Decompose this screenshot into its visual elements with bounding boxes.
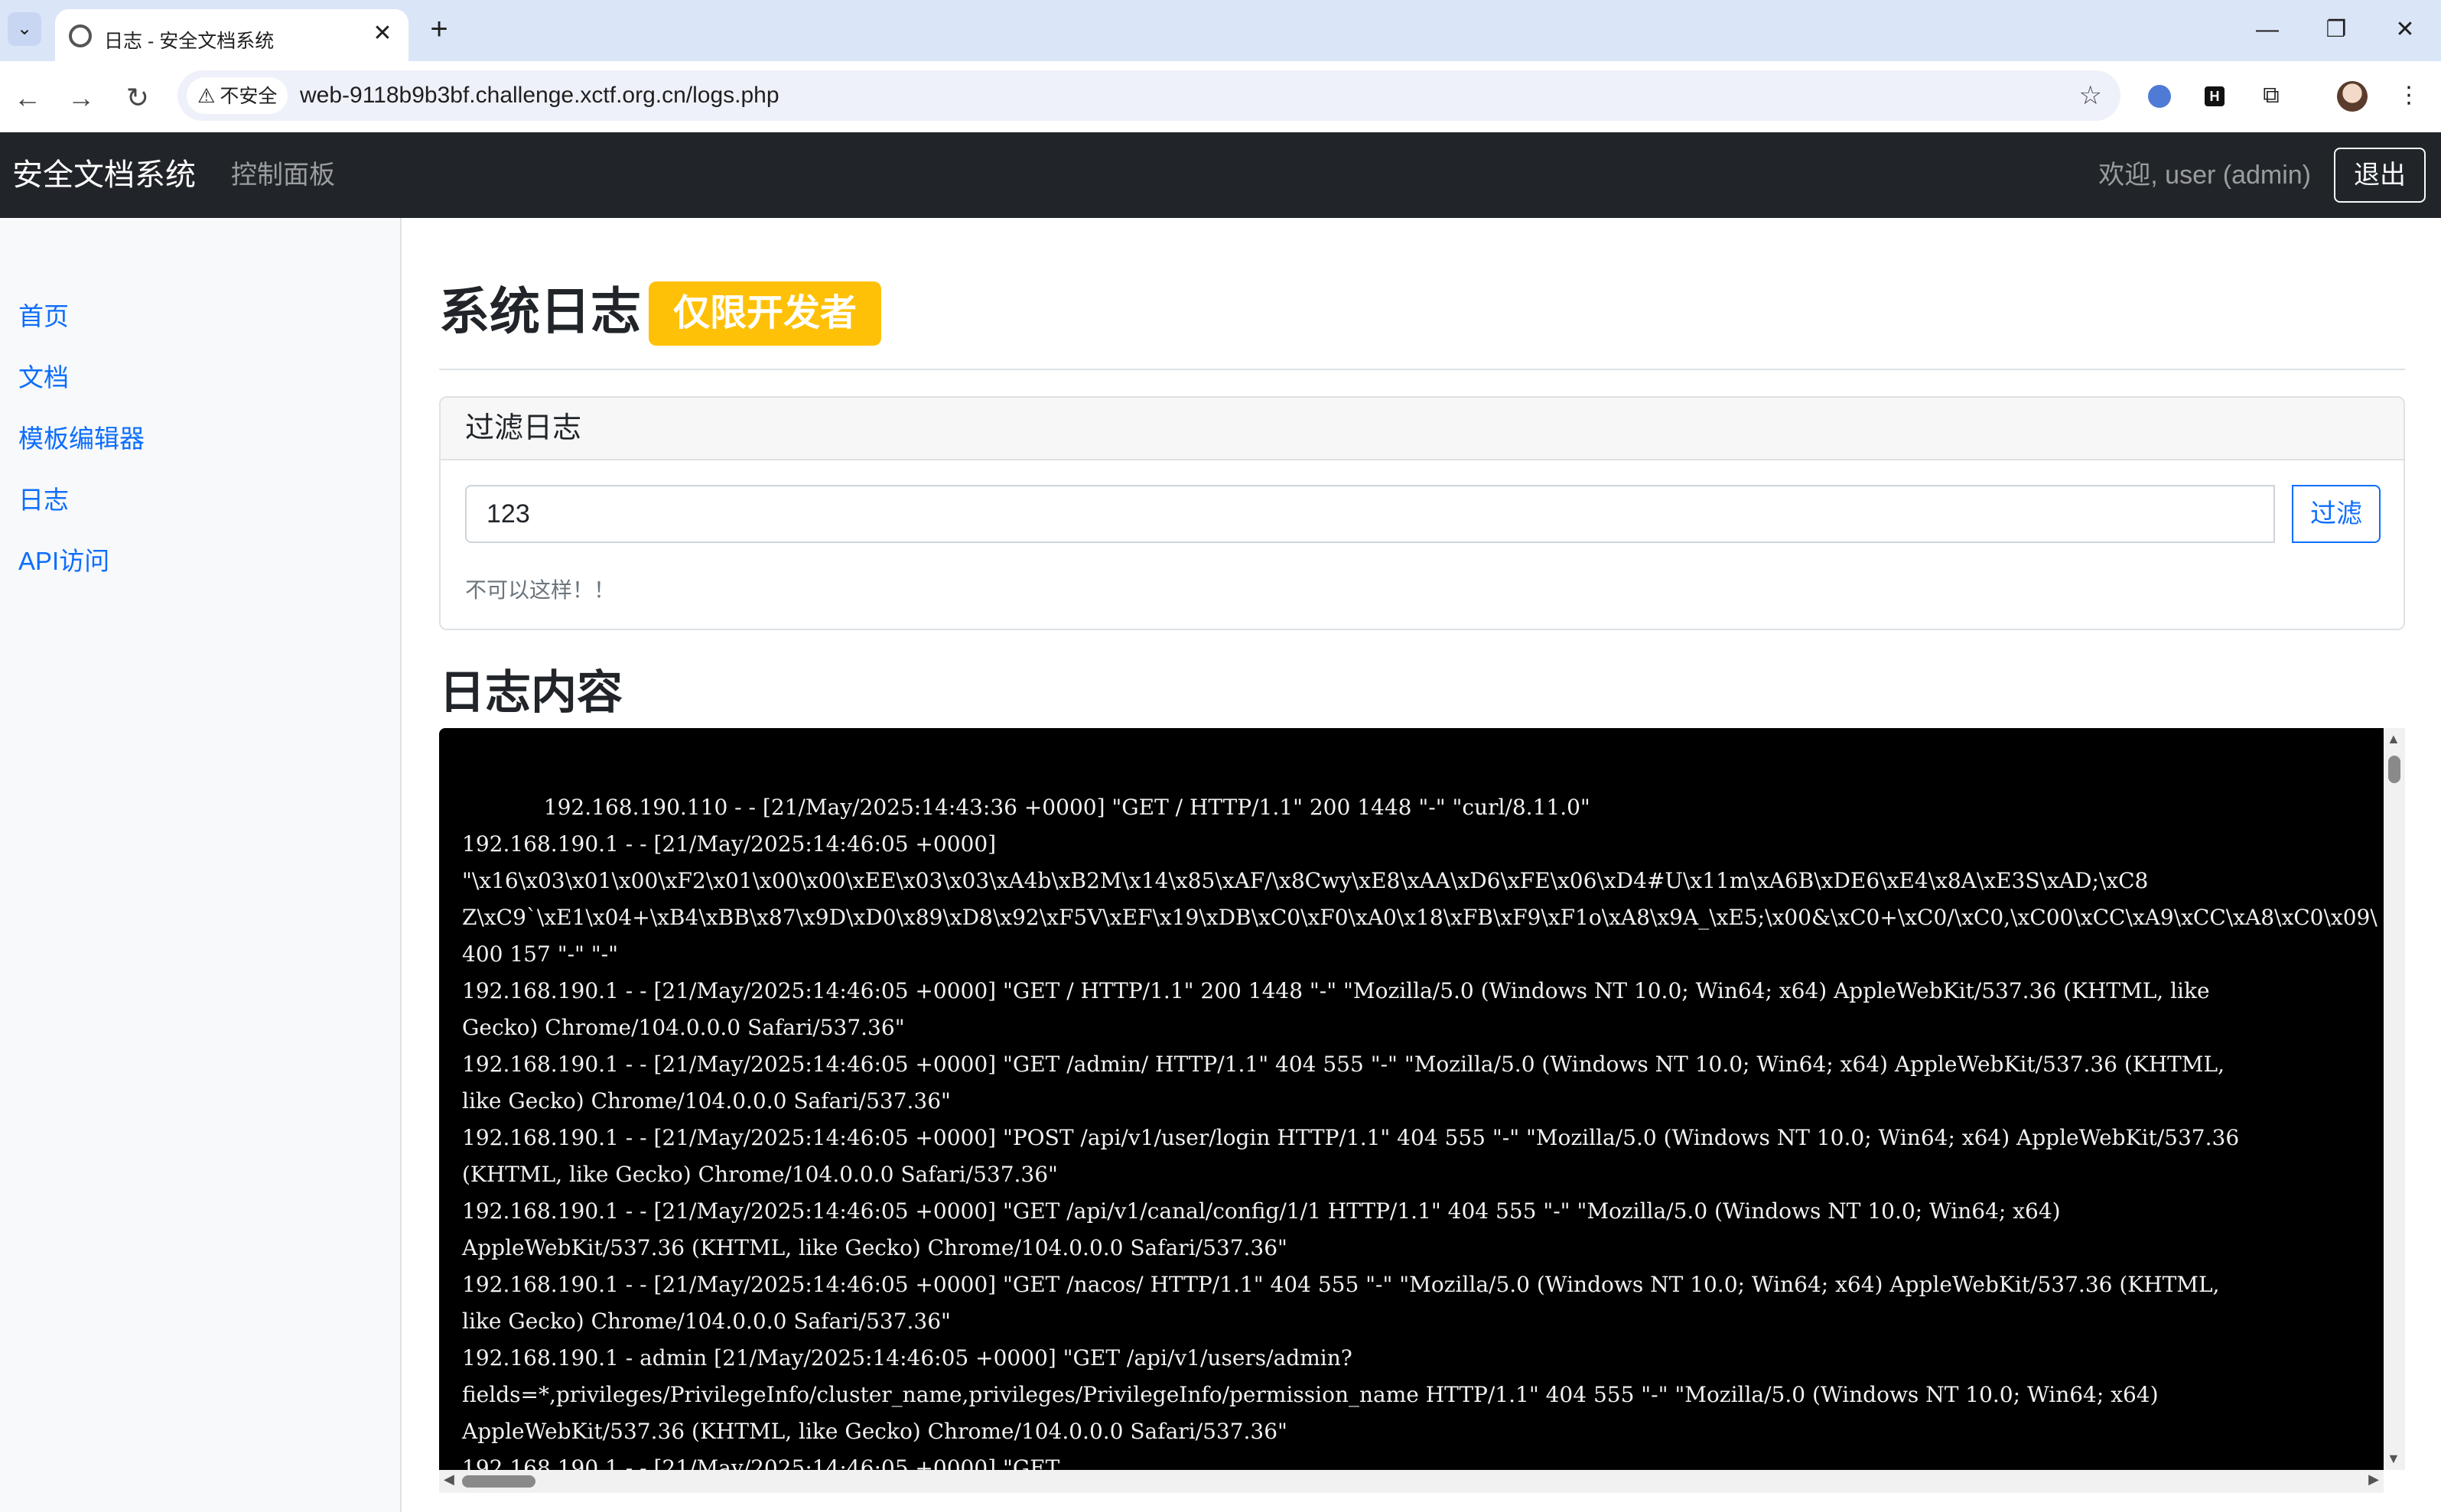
- tab-title: 日志 - 安全文档系统: [104, 31, 275, 52]
- sidebar-item-home[interactable]: 首页: [18, 296, 69, 333]
- minimize-icon[interactable]: —: [2244, 11, 2290, 49]
- filter-card-header: 过滤日志: [441, 398, 2404, 460]
- page-title: 系统日志: [439, 283, 641, 340]
- filter-input[interactable]: [465, 485, 2275, 543]
- reload-icon[interactable]: ↻: [116, 76, 159, 119]
- warning-icon: ⚠: [197, 84, 216, 107]
- scroll-right-icon[interactable]: ▶: [2368, 1471, 2379, 1488]
- scroll-down-icon[interactable]: ▼: [2387, 1451, 2400, 1467]
- sidebar: 首页 文档 模板编辑器 日志 API访问: [0, 218, 402, 1512]
- extension-globe-icon[interactable]: [2140, 76, 2179, 115]
- new-tab-button[interactable]: +: [422, 12, 456, 46]
- sidebar-item-logs[interactable]: 日志: [18, 480, 69, 516]
- insecure-label: 不安全: [220, 86, 278, 107]
- brand-link[interactable]: 安全文档系统: [12, 132, 196, 218]
- log-text: 192.168.190.110 - - [21/May/2025:14:43:3…: [462, 795, 2378, 1470]
- browser-toolbar: ← → ↻ ⚠ 不安全 web-9118b9b3bf.challenge.xctf…: [0, 61, 2441, 132]
- extensions-puzzle-icon[interactable]: ⧉: [2252, 76, 2290, 115]
- log-content-title: 日志内容: [439, 667, 623, 718]
- sidebar-item-documents[interactable]: 文档: [18, 357, 69, 394]
- scroll-left-icon[interactable]: ◀: [444, 1471, 454, 1488]
- filter-message: 不可以这样！！: [465, 578, 616, 602]
- window-close-icon[interactable]: ✕: [2382, 11, 2428, 49]
- tab-close-icon[interactable]: ✕: [369, 20, 396, 47]
- log-output[interactable]: 192.168.190.110 - - [21/May/2025:14:43:3…: [439, 728, 2384, 1470]
- extension-h-icon[interactable]: H: [2195, 76, 2234, 115]
- address-bar[interactable]: ⚠ 不安全 web-9118b9b3bf.challenge.xctf.org.c…: [177, 70, 2120, 121]
- horizontal-scroll-thumb[interactable]: [462, 1475, 535, 1488]
- developer-only-badge: 仅限开发者: [649, 281, 882, 346]
- browser-menu-icon[interactable]: ⋮: [2390, 76, 2428, 115]
- forward-arrow-icon[interactable]: →: [60, 76, 103, 119]
- log-horizontal-scrollbar[interactable]: ◀ ▶: [439, 1470, 2384, 1493]
- globe-icon: [69, 24, 92, 47]
- log-vertical-scrollbar[interactable]: ▲ ▼: [2384, 728, 2405, 1470]
- restore-icon[interactable]: ❐: [2313, 11, 2359, 49]
- filter-card: 过滤日志 过滤 不可以这样！！: [439, 396, 2405, 630]
- profile-avatar[interactable]: [2333, 76, 2371, 115]
- url-text[interactable]: web-9118b9b3bf.challenge.xctf.org.cn/log…: [300, 70, 779, 121]
- tab-search-chevron-icon[interactable]: ⌄: [8, 12, 41, 46]
- vertical-scroll-thumb[interactable]: [2388, 756, 2400, 783]
- sidebar-item-api-access[interactable]: API访问: [18, 541, 109, 577]
- title-divider: [439, 369, 2405, 370]
- site-info-chip[interactable]: ⚠ 不安全: [187, 77, 288, 114]
- filter-button[interactable]: 过滤: [2292, 485, 2381, 543]
- back-arrow-icon[interactable]: ←: [6, 76, 49, 119]
- extension-h-label: H: [2205, 86, 2225, 107]
- browser-tab-bar: ⌄ 日志 - 安全文档系统 ✕ + — ❐ ✕: [0, 0, 2441, 61]
- browser-tab-active[interactable]: 日志 - 安全文档系统 ✕: [55, 9, 408, 61]
- app-navbar: 安全文档系统 控制面板 欢迎, user (admin) 退出: [0, 132, 2441, 218]
- bookmark-star-icon[interactable]: ☆: [2079, 70, 2102, 121]
- logout-button[interactable]: 退出: [2334, 148, 2426, 203]
- welcome-text: 欢迎, user (admin): [2098, 161, 2311, 190]
- scroll-up-icon[interactable]: ▲: [2387, 731, 2400, 747]
- nav-dashboard-link[interactable]: 控制面板: [231, 132, 335, 218]
- sidebar-item-template-editor[interactable]: 模板编辑器: [18, 418, 145, 455]
